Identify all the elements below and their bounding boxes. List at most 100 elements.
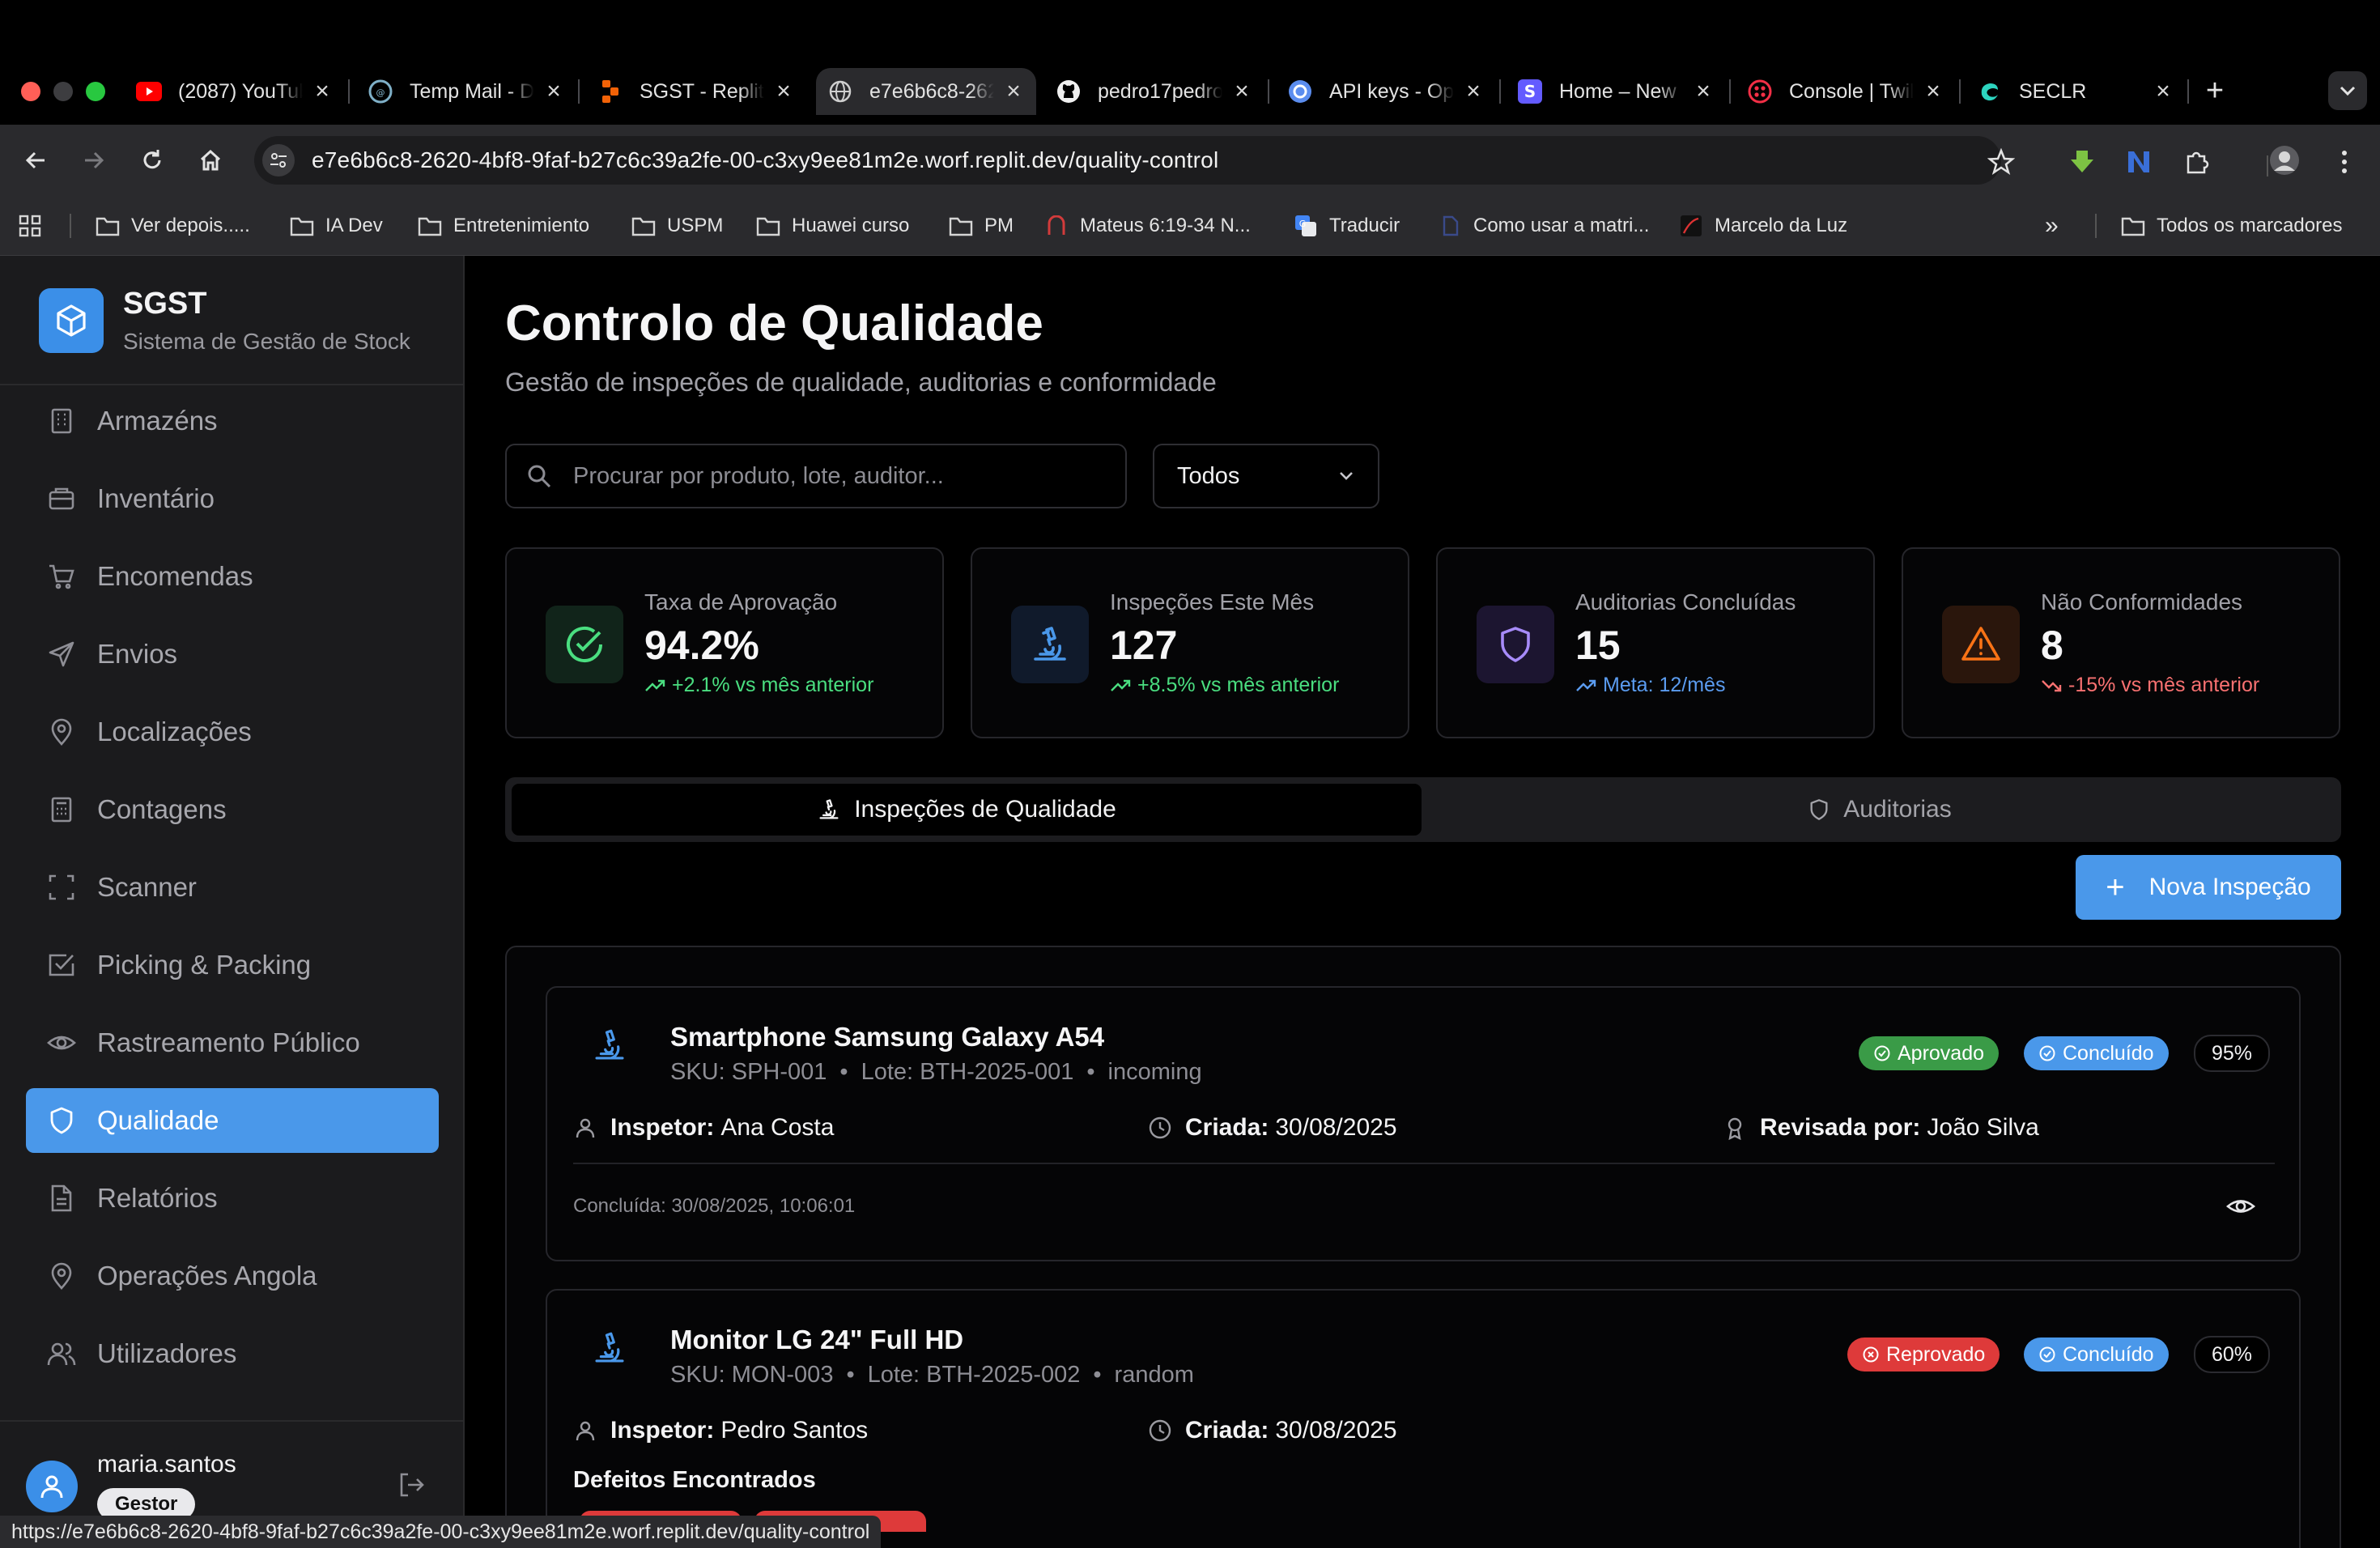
- bookmark-item[interactable]: G Traducir: [1294, 212, 1400, 240]
- bookmark-item[interactable]: Mateus 6:19-34 N...: [1044, 212, 1251, 240]
- app-logo[interactable]: [39, 288, 104, 353]
- status-badge: Concluído: [2024, 1036, 2169, 1070]
- sidebar-item-relatorios[interactable]: Relatórios: [26, 1166, 439, 1231]
- sidebar-divider: [0, 1420, 465, 1422]
- inspection-card[interactable]: Monitor LG 24" Full HD SKU: MON-003 • Lote…: [546, 1289, 2301, 1548]
- browser-tab-active[interactable]: e7e6b6c8-2620-4bf8 ×: [816, 68, 1036, 115]
- sidebar-item-label: Envios: [97, 639, 178, 669]
- puzzle-icon: [2187, 151, 2209, 174]
- sidebar-item-armazens[interactable]: Armazéns: [26, 389, 439, 453]
- browser-tab[interactable]: SGST - Replit ×: [597, 68, 795, 115]
- logout-button[interactable]: [397, 1470, 429, 1503]
- stat-card-audits: Auditorias Concluídas 15 Meta: 12/mês: [1436, 547, 1875, 738]
- eye-icon[interactable]: [2226, 1192, 2255, 1221]
- reload-button[interactable]: [136, 144, 168, 176]
- stat-trend: Meta: 12/mês: [1575, 674, 1725, 697]
- sidebar-item-qualidade[interactable]: Qualidade: [26, 1088, 439, 1153]
- sidebar-item-operacoes-angola[interactable]: Operações Angola: [26, 1244, 439, 1308]
- sidebar-item-contagens[interactable]: Contagens: [26, 777, 439, 842]
- close-icon[interactable]: ×: [1002, 78, 1025, 105]
- checkbox-icon: [45, 949, 78, 981]
- new-tab-button[interactable]: +: [2199, 74, 2231, 107]
- field-key: Revisada por:: [1760, 1114, 1921, 1141]
- folder-icon: [2121, 214, 2145, 238]
- sidebar-item-label: Contagens: [97, 794, 227, 824]
- sidebar-item-envios[interactable]: Envios: [26, 622, 439, 687]
- tab-title: SECLR: [2019, 79, 2087, 103]
- bookmark-item[interactable]: Entretenimiento: [418, 212, 589, 240]
- new-inspection-button[interactable]: + Nova Inspeção: [2076, 855, 2341, 920]
- close-icon[interactable]: ×: [1692, 78, 1715, 105]
- tab-title: API keys - OpenAI: [1329, 79, 1454, 103]
- sidebar-item-inventario[interactable]: Inventário: [26, 466, 439, 531]
- button-label: Nova Inspeção: [2148, 874, 2311, 900]
- bookmark-label: Marcelo da Luz: [1715, 215, 1848, 236]
- browser-tab[interactable]: (2087) YouTube ×: [136, 68, 334, 115]
- close-icon[interactable]: ×: [1922, 78, 1944, 105]
- quality-tabs: Inspeções de Qualidade Auditorias: [505, 777, 2341, 842]
- bookmark-item[interactable]: Ver depois.....: [96, 212, 250, 240]
- more-bookmarks-button[interactable]: »: [2045, 212, 2059, 240]
- tab-label: Auditorias: [1843, 796, 1952, 823]
- forward-button[interactable]: [78, 144, 110, 176]
- sidebar-item-localizacoes[interactable]: Localizações: [26, 700, 439, 764]
- bookmark-item[interactable]: PM: [949, 212, 1014, 240]
- window-minimize-button[interactable]: [53, 82, 73, 101]
- close-icon[interactable]: ×: [1230, 78, 1253, 105]
- browser-tab[interactable]: Console | Twilio ×: [1747, 68, 1944, 115]
- sidebar-item-encomendas[interactable]: Encomendas: [26, 544, 439, 609]
- inspection-card[interactable]: Smartphone Samsung Galaxy A54 SKU: SPH-0…: [546, 986, 2301, 1261]
- sidebar-item-utilizadores[interactable]: Utilizadores: [26, 1321, 439, 1386]
- search-input[interactable]: Procurar por produto, lote, auditor...: [505, 444, 1127, 508]
- close-icon[interactable]: ×: [1462, 78, 1485, 105]
- page-subtitle: Gestão de inspeções de qualidade, audito…: [505, 368, 1217, 397]
- sidebar-item-picking[interactable]: Picking & Packing: [26, 933, 439, 997]
- window-zoom-button[interactable]: [86, 82, 105, 101]
- bookmark-item[interactable]: USPM: [631, 212, 723, 240]
- check-circle-icon: [546, 606, 623, 683]
- avatar[interactable]: [26, 1461, 78, 1512]
- github-icon: [1056, 79, 1082, 104]
- close-icon[interactable]: ×: [772, 78, 795, 105]
- tab-search-button[interactable]: [2328, 71, 2367, 110]
- browser-tab[interactable]: @ Temp Mail - Disposable ×: [368, 68, 565, 115]
- tab-audits[interactable]: Auditorias: [1425, 784, 2335, 836]
- browser-tab[interactable]: SECLR ×: [1977, 68, 2174, 115]
- close-icon[interactable]: ×: [542, 78, 565, 105]
- extension-n-button[interactable]: [2123, 146, 2155, 178]
- browser-tab[interactable]: S Home – New ×: [1517, 68, 1715, 115]
- sidebar-item-rastreamento[interactable]: Rastreamento Público: [26, 1010, 439, 1075]
- close-icon[interactable]: ×: [2152, 78, 2174, 105]
- stat-label: Auditorias Concluídas: [1575, 589, 1796, 615]
- trending-up-icon: [645, 679, 665, 691]
- bookmark-item[interactable]: IA Dev: [290, 212, 383, 240]
- home-button[interactable]: [194, 144, 227, 176]
- browser-tab[interactable]: pedro17pedro ×: [1056, 68, 1253, 115]
- status-filter-select[interactable]: Todos: [1153, 444, 1379, 508]
- tempmail-icon: @: [368, 79, 393, 104]
- more-vertical-icon: [2342, 151, 2347, 173]
- extensions-button[interactable]: [2181, 146, 2213, 178]
- bookmark-item[interactable]: Marcelo da Luz: [1679, 212, 1847, 240]
- browser-menu-button[interactable]: [2328, 146, 2361, 178]
- extension-download-button[interactable]: [2066, 146, 2098, 178]
- bookmark-item[interactable]: Como usar a matri...: [1438, 212, 1649, 240]
- browser-tab[interactable]: API keys - OpenAI ×: [1287, 68, 1485, 115]
- bookmark-star-button[interactable]: [1985, 146, 2017, 178]
- sidebar-item-scanner[interactable]: Scanner: [26, 855, 439, 920]
- close-icon[interactable]: ×: [311, 78, 334, 105]
- apps-button[interactable]: [18, 212, 42, 240]
- all-bookmarks-button[interactable]: Todos os marcadores: [2121, 212, 2342, 240]
- sidebar-item-label: Relatórios: [97, 1183, 218, 1213]
- alert-triangle-icon: [1942, 606, 2020, 683]
- folder-icon: [96, 214, 120, 238]
- window-close-button[interactable]: [21, 82, 40, 101]
- url-text[interactable]: e7e6b6c8-2620-4bf8-9faf-b27c6c39a2fe-00-…: [312, 147, 1218, 173]
- bookmark-item[interactable]: Huawei curso: [756, 212, 909, 240]
- result-badge: Aprovado: [1859, 1036, 2000, 1070]
- profile-button[interactable]: [2268, 144, 2301, 176]
- tab-inspections[interactable]: Inspeções de Qualidade: [512, 784, 1422, 836]
- tab-title: pedro17pedro: [1098, 79, 1222, 103]
- back-button[interactable]: [19, 144, 52, 176]
- site-info-button[interactable]: [262, 144, 295, 176]
